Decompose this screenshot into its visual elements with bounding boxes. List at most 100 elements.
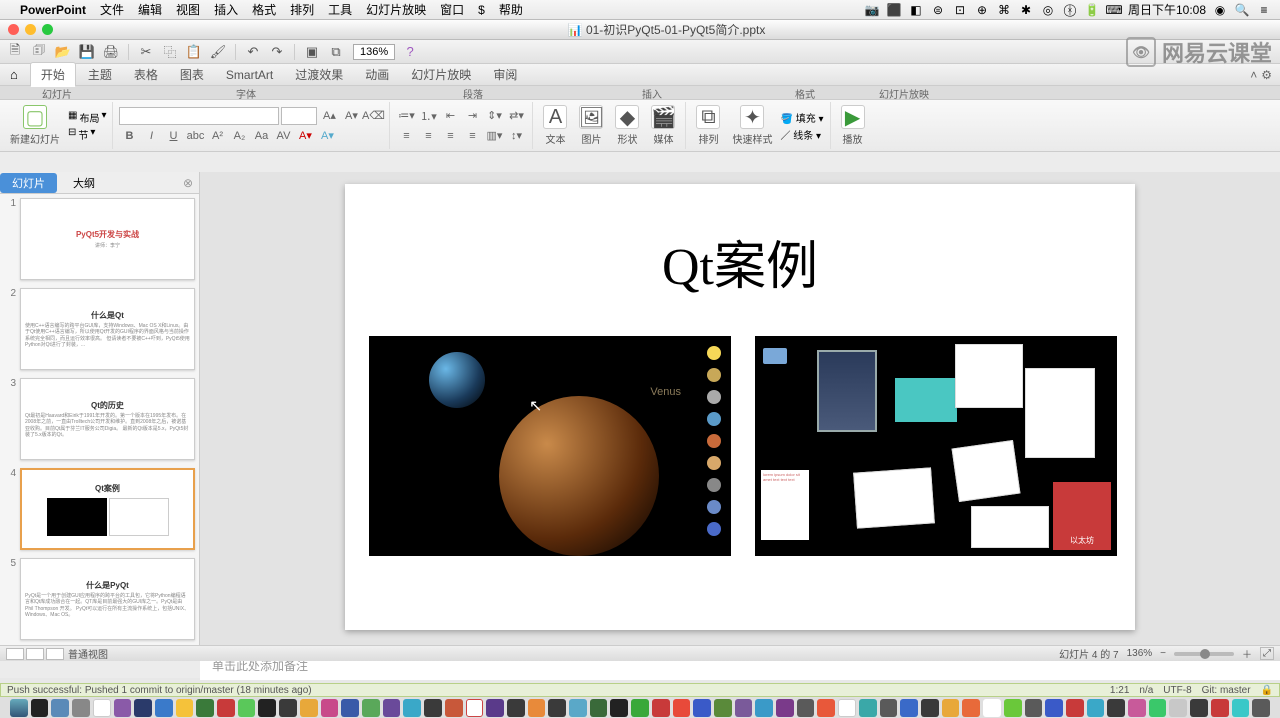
menu-window[interactable]: 窗口 (440, 1, 464, 18)
illustrator-icon[interactable] (528, 699, 546, 717)
maximize-button[interactable] (42, 24, 53, 35)
strike-button[interactable]: abc (185, 127, 205, 145)
status-icon[interactable]: ⌘ (996, 2, 1012, 18)
super-button[interactable]: A² (207, 127, 227, 145)
unity-icon[interactable] (258, 699, 276, 717)
justify-button[interactable]: ≡ (462, 127, 482, 145)
minimize-button[interactable] (25, 24, 36, 35)
app-icon[interactable] (238, 699, 256, 717)
normal-view-button[interactable] (6, 648, 24, 660)
app-icon[interactable] (217, 699, 235, 717)
app-icon[interactable] (569, 699, 587, 717)
menu-arrange[interactable]: 排列 (290, 1, 314, 18)
thumb-5[interactable]: 什么是PyQtPyQt是一个用于创建GUI应用程序的跨平台的工具包，它将Pyth… (20, 558, 195, 640)
zoom-out-button[interactable]: − (1160, 648, 1166, 659)
thumb-4[interactable]: Qt案例 (20, 468, 195, 550)
thumbnails[interactable]: 1PyQt5开发与实战讲师：李宁 2什么是Qt使用C++语言编写的跨平台GUI库… (0, 194, 199, 645)
layout-button[interactable]: ▦布局 ▾ (68, 110, 106, 125)
fontsize-selector[interactable] (281, 107, 317, 125)
app-icon[interactable] (1169, 699, 1187, 717)
texteffect-button[interactable]: A▾ (317, 127, 337, 145)
app-icon[interactable] (1087, 699, 1105, 717)
view-icon[interactable]: ⧉ (327, 43, 345, 61)
app-icon[interactable] (1066, 699, 1084, 717)
open-icon[interactable]: 📂 (54, 43, 72, 61)
menu-slideshow[interactable]: 幻灯片放映 (366, 1, 426, 18)
grow-font-icon[interactable]: A▴ (319, 107, 339, 125)
clear-format-icon[interactable]: A⌫ (363, 107, 383, 125)
photoshop-icon[interactable] (134, 699, 152, 717)
slide-image-planets[interactable]: Venus ↖ (369, 336, 731, 556)
tab-home[interactable]: 开始 (30, 62, 76, 87)
app-icon[interactable] (1107, 699, 1125, 717)
trash-icon[interactable] (1252, 699, 1270, 717)
app-icon[interactable] (1232, 699, 1250, 717)
app-icon[interactable] (383, 699, 401, 717)
new-icon[interactable]: 🗎 (6, 43, 24, 61)
menu-edit[interactable]: 编辑 (138, 1, 162, 18)
app-icon[interactable] (610, 699, 628, 717)
app-icon[interactable] (714, 699, 732, 717)
app-name[interactable]: PowerPoint (20, 3, 86, 17)
status-icon[interactable]: ⊡ (952, 2, 968, 18)
italic-button[interactable]: I (141, 127, 161, 145)
tab-smartart[interactable]: SmartArt (216, 65, 283, 85)
battery-icon[interactable]: 🔋 (1084, 2, 1100, 18)
align-center-button[interactable]: ≡ (418, 127, 438, 145)
app-icon[interactable] (1190, 699, 1208, 717)
zoom-in-button[interactable]: ＋ (1242, 646, 1252, 661)
redo-icon[interactable]: ↷ (268, 43, 286, 61)
status-icon[interactable]: ⊜ (930, 2, 946, 18)
app-icon[interactable] (155, 699, 173, 717)
status-icon[interactable]: ⬛ (886, 2, 902, 18)
app-icon[interactable] (900, 699, 918, 717)
app-icon[interactable] (341, 699, 359, 717)
undo-icon[interactable]: ↶ (244, 43, 262, 61)
line-button[interactable]: ／ 线条 ▾ (780, 127, 823, 142)
home-icon[interactable]: ⌂ (10, 67, 18, 82)
fill-button[interactable]: 🪣 填充 ▾ (780, 110, 823, 125)
app-icon[interactable] (859, 699, 877, 717)
app-icon[interactable] (507, 699, 525, 717)
paste-icon[interactable]: 📋 (185, 43, 203, 61)
shrink-font-icon[interactable]: A▾ (341, 107, 361, 125)
settings-icon[interactable]: ⚙ (1261, 68, 1272, 82)
close-button[interactable] (8, 24, 19, 35)
reading-view-button[interactable] (46, 648, 64, 660)
app-icon[interactable] (817, 699, 835, 717)
app-icon[interactable] (486, 699, 504, 717)
slide-canvas[interactable]: Qt案例 Venus ↖ (200, 172, 1280, 642)
app-icon[interactable] (838, 699, 856, 717)
app-icon[interactable] (445, 699, 463, 717)
zoom-selector[interactable]: 136% (353, 44, 395, 60)
section-button[interactable]: ⊟节 ▾ (68, 127, 106, 142)
menu-format[interactable]: 格式 (252, 1, 276, 18)
align-right-button[interactable]: ≡ (440, 127, 460, 145)
app-icon[interactable] (673, 699, 691, 717)
app-icon[interactable] (424, 699, 442, 717)
numbering-button[interactable]: ⒈▾ (418, 107, 438, 125)
copy-icon[interactable]: ⿻ (161, 43, 179, 61)
status-icon[interactable]: 📷 (864, 2, 880, 18)
collapse-ribbon-icon[interactable]: ˄ (1250, 68, 1257, 82)
direction-button[interactable]: ⇄▾ (506, 107, 526, 125)
ime-icon[interactable]: ⌨ (1106, 2, 1122, 18)
media-button[interactable]: 🎬媒体 (647, 103, 679, 148)
picture-button[interactable]: 🖼图片 (575, 103, 607, 148)
bluetooth-icon[interactable]: ᚼ⃝ (1062, 2, 1078, 18)
status-icon[interactable]: ◎ (1040, 2, 1056, 18)
thumb-2[interactable]: 什么是Qt使用C++语言编写的跨平台GUI库，支持Windows、Mac OS … (20, 288, 195, 370)
new-slide-button[interactable]: ▢ 新建幻灯片 (6, 103, 64, 148)
siri-icon[interactable]: ◉ (1212, 2, 1228, 18)
align-left-button[interactable]: ≡ (396, 127, 416, 145)
app-icon[interactable] (1149, 699, 1167, 717)
app-icon[interactable] (776, 699, 794, 717)
cut-icon[interactable]: ✂ (137, 43, 155, 61)
app-icon[interactable] (1004, 699, 1022, 717)
app-icon[interactable] (880, 699, 898, 717)
print-icon[interactable]: 🖨 (102, 43, 120, 61)
slide-title[interactable]: Qt案例 (345, 224, 1135, 299)
save-icon[interactable]: 💾 (78, 43, 96, 61)
help-icon[interactable]: ? (401, 43, 419, 61)
underline-button[interactable]: U (163, 127, 183, 145)
